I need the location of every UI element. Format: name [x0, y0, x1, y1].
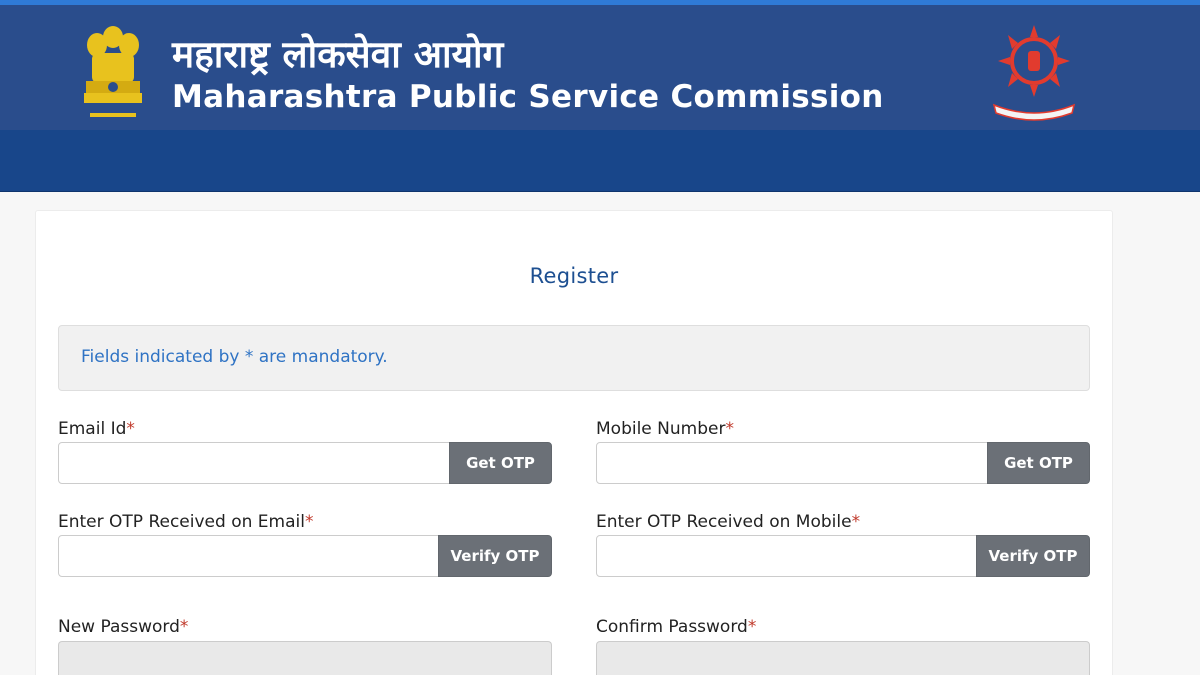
email-get-otp-button[interactable]: Get OTP [449, 442, 552, 484]
new-password-label: New Password* [58, 617, 188, 637]
mobile-otp-label: Enter OTP Received on Mobile* [596, 512, 860, 532]
new-password-input[interactable] [58, 641, 552, 675]
header-title-marathi: महाराष्ट्र लोकसेवा आयोग [172, 33, 504, 76]
mobile-label-text: Mobile Number [596, 419, 726, 439]
required-mark: * [725, 419, 734, 439]
mobile-verify-otp-button[interactable]: Verify OTP [976, 535, 1090, 577]
confirm-password-label-text: Confirm Password [596, 617, 748, 637]
confirm-password-input[interactable] [596, 641, 1090, 675]
national-emblem-icon [84, 26, 142, 117]
mandatory-notice: Fields indicated by * are mandatory. [58, 325, 1090, 391]
required-mark: * [179, 617, 189, 637]
email-otp-label-text: Enter OTP Received on Email [58, 512, 305, 532]
mandatory-notice-text: Fields indicated by * are mandatory. [81, 347, 388, 367]
email-input[interactable] [58, 442, 450, 484]
confirm-password-label: Confirm Password* [596, 617, 756, 637]
new-password-label-text: New Password [58, 617, 180, 637]
email-label: Email Id* [58, 419, 135, 439]
mpsc-seal-icon [992, 25, 1076, 121]
email-verify-otp-button[interactable]: Verify OTP [438, 535, 552, 577]
required-mark: * [747, 617, 757, 637]
mobile-otp-input[interactable] [596, 535, 977, 577]
email-label-text: Email Id [58, 419, 127, 439]
mobile-otp-label-text: Enter OTP Received on Mobile [596, 512, 852, 532]
register-title: Register [529, 264, 619, 288]
required-mark: * [851, 512, 861, 532]
required-mark: * [126, 419, 135, 439]
header-title-english: Maharashtra Public Service Commission [172, 79, 884, 115]
email-otp-input[interactable] [58, 535, 439, 577]
mobile-get-otp-button[interactable]: Get OTP [987, 442, 1090, 484]
mobile-input[interactable] [596, 442, 988, 484]
header-nav-band [0, 130, 1200, 192]
required-mark: * [304, 512, 314, 532]
email-otp-label: Enter OTP Received on Email* [58, 512, 313, 532]
mobile-label: Mobile Number* [596, 419, 734, 439]
site-header: महाराष्ट्र लोकसेवा आयोग Maharashtra Publ… [0, 0, 1200, 130]
